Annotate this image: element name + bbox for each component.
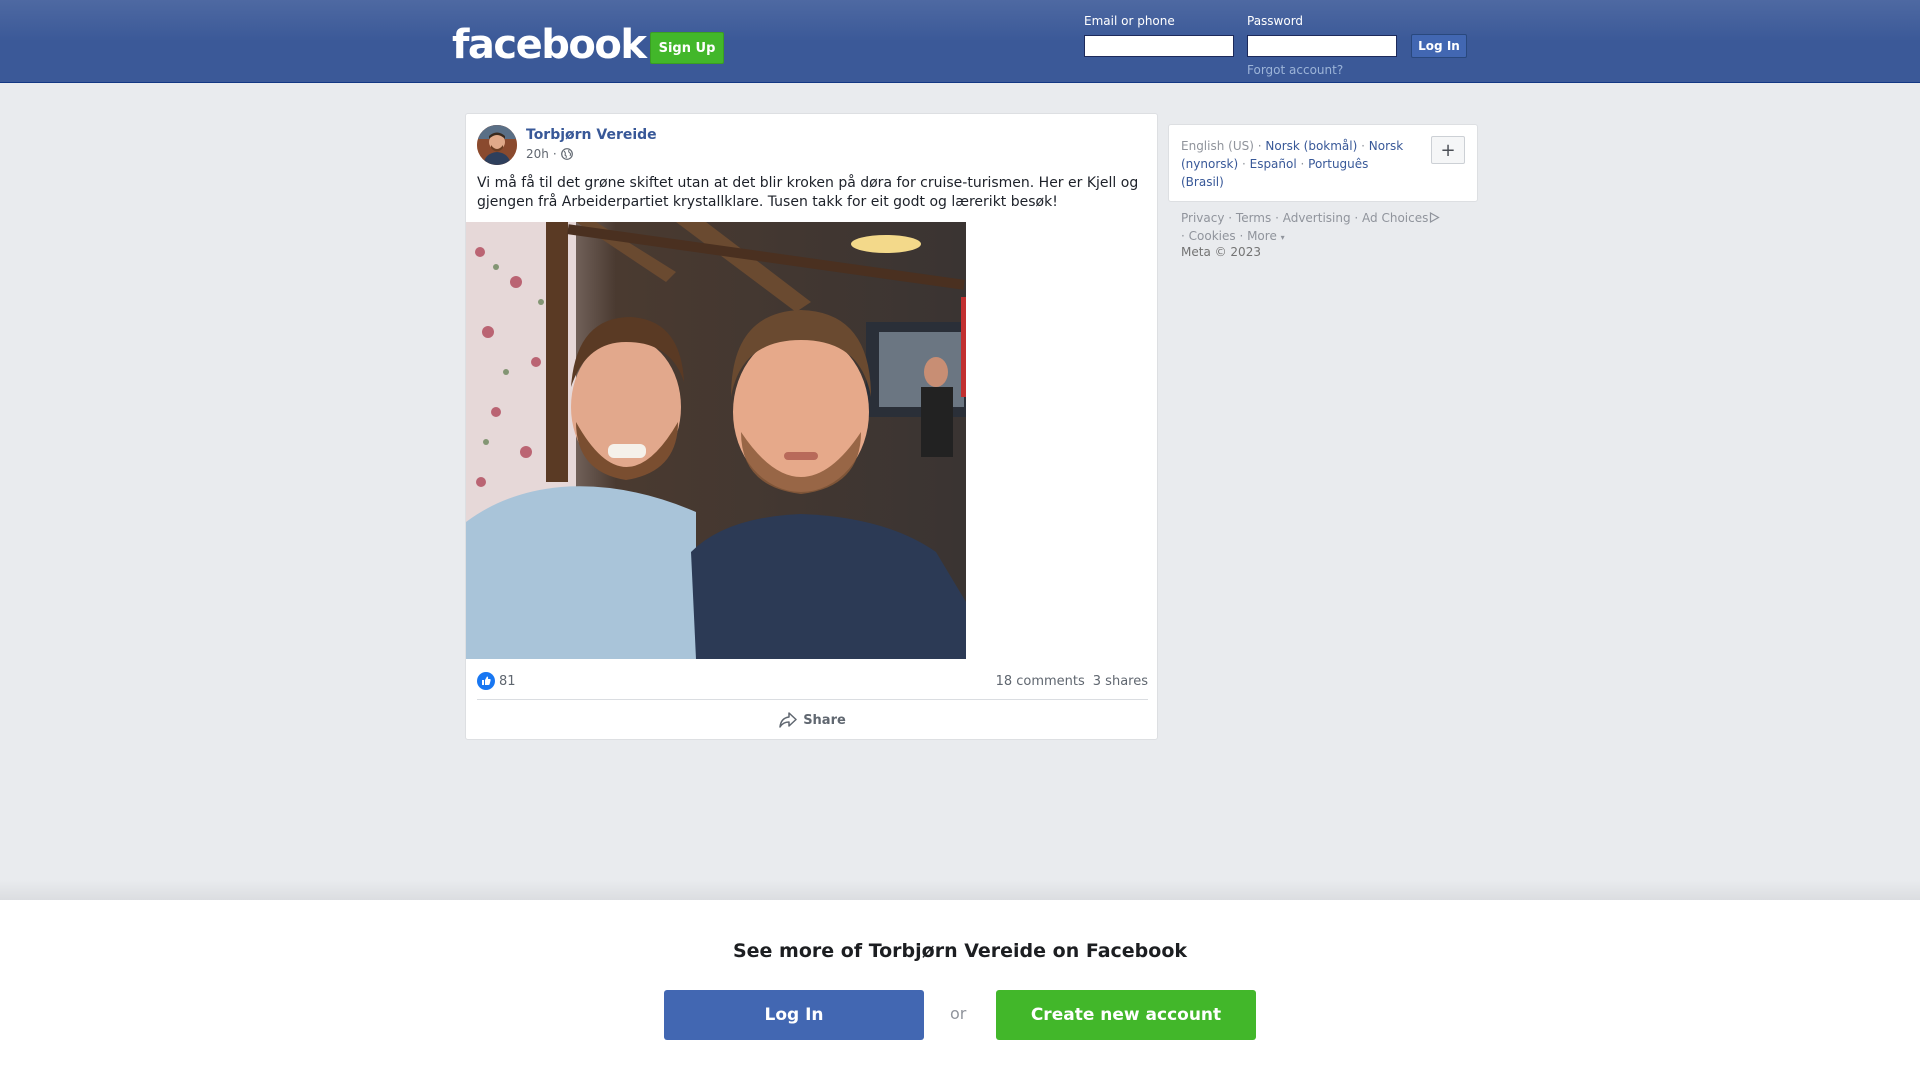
login-banner: See more of Torbjørn Vereide on Facebook… bbox=[0, 900, 1920, 1080]
cookies-link[interactable]: Cookies bbox=[1189, 229, 1236, 243]
ad-choices-label: Ad Choices bbox=[1362, 211, 1429, 225]
ad-choices-link[interactable]: Ad Choices bbox=[1362, 211, 1441, 225]
terms-link[interactable]: Terms bbox=[1236, 211, 1271, 225]
password-label: Password bbox=[1247, 14, 1304, 28]
forgot-account-link[interactable]: Forgot account? bbox=[1247, 63, 1343, 77]
plus-icon[interactable]: + bbox=[1431, 136, 1465, 164]
footer-links: Privacy · Terms · Advertising · Ad Choic… bbox=[1181, 209, 1481, 247]
email-input[interactable] bbox=[1084, 35, 1234, 57]
header-log-in-button[interactable]: Log In bbox=[1411, 34, 1467, 58]
share-label: Share bbox=[803, 712, 846, 728]
author-name-link[interactable]: Torbjørn Vereide bbox=[526, 127, 657, 143]
create-account-button[interactable]: Create new account bbox=[996, 990, 1256, 1040]
language-norsk-bokmal[interactable]: Norsk (bokmål) bbox=[1265, 139, 1357, 153]
share-icon bbox=[779, 712, 797, 728]
globe-icon bbox=[560, 148, 573, 160]
shares-count[interactable]: 3 shares bbox=[1093, 674, 1148, 689]
facebook-logo[interactable]: facebook bbox=[452, 22, 647, 68]
reactions-count[interactable]: 81 bbox=[499, 674, 516, 689]
post-text: Vi må få til det grøne skiftet utan at d… bbox=[477, 175, 1139, 210]
current-language: English (US) bbox=[1181, 139, 1254, 153]
post-photo[interactable] bbox=[466, 222, 966, 659]
sign-up-button[interactable]: Sign Up bbox=[650, 32, 724, 64]
post-stats: 81 18 comments 3 shares bbox=[477, 671, 1148, 691]
privacy-link[interactable]: Privacy bbox=[1181, 211, 1224, 225]
copyright: Meta © 2023 bbox=[1181, 245, 1261, 259]
banner-log-in-button[interactable]: Log In bbox=[664, 990, 924, 1040]
email-label: Email or phone bbox=[1084, 14, 1175, 28]
password-input[interactable] bbox=[1247, 35, 1397, 57]
share-button[interactable]: Share bbox=[466, 704, 1159, 736]
post-time[interactable]: 20h bbox=[526, 147, 549, 161]
language-espanol[interactable]: Español bbox=[1250, 157, 1297, 171]
or-separator: or bbox=[950, 1004, 967, 1023]
post-meta: 20h · bbox=[526, 147, 573, 161]
language-selector-box: English (US) · Norsk (bokmål) · Norsk (n… bbox=[1168, 124, 1478, 202]
more-link[interactable]: More ▾ bbox=[1247, 229, 1285, 243]
author-avatar[interactable] bbox=[477, 125, 517, 165]
banner-title: See more of Torbjørn Vereide on Facebook bbox=[732, 940, 1188, 962]
comments-count[interactable]: 18 comments bbox=[996, 674, 1085, 689]
ad-choices-icon bbox=[1430, 211, 1441, 224]
post-divider bbox=[477, 699, 1148, 700]
meta-separator: · bbox=[552, 147, 557, 161]
banner-shadow bbox=[0, 880, 1920, 900]
more-label: More bbox=[1247, 229, 1277, 243]
top-bar: facebook Sign Up Email or phone Password… bbox=[0, 0, 1920, 83]
post-card: Torbjørn Vereide 20h · Vi må få til det … bbox=[465, 113, 1158, 740]
like-reaction-icon[interactable] bbox=[477, 672, 495, 690]
caret-down-icon: ▾ bbox=[1280, 233, 1285, 242]
advertising-link[interactable]: Advertising bbox=[1283, 211, 1351, 225]
language-list: English (US) · Norsk (bokmål) · Norsk (n… bbox=[1181, 139, 1404, 189]
